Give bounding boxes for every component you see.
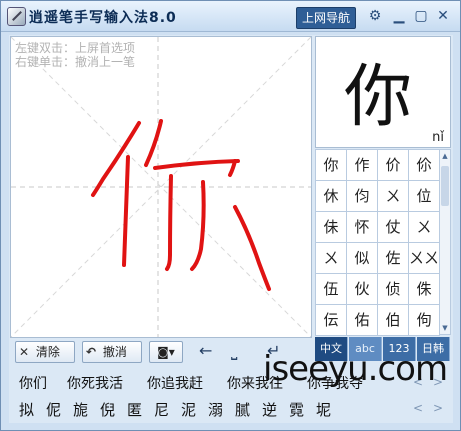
stroke-7 [190,180,206,271]
candidate-cell[interactable]: 佅 [315,211,347,243]
undo-icon: ↶ [85,345,97,359]
scroll-thumb[interactable] [441,166,449,206]
gear-icon[interactable]: ⚙ [366,7,384,25]
candidate-cell[interactable]: 伯 [377,304,409,336]
char-item[interactable]: 霓 [289,399,304,420]
candidate-cell[interactable]: 侦 [377,273,409,305]
scroll-up-icon[interactable]: ▲ [440,152,450,160]
candidate-cell[interactable]: 佝 [408,304,440,336]
window-title: 逍遥笔手写输入法8.0 [29,10,177,26]
watermark: iseeyu.com [263,349,448,389]
char-item[interactable]: 旎 [73,399,88,420]
preview-char: 你 [344,58,413,137]
char-item[interactable]: 逆 [262,399,277,420]
minimize-icon[interactable]: ▁ [390,7,408,25]
candidate-cell[interactable]: 侏 [408,273,440,305]
candidate-cell[interactable]: 作 [346,149,378,181]
candidate-cell[interactable]: 伙 [346,273,378,305]
stroke-6 [165,174,173,271]
char-item[interactable]: 溺 [208,399,223,420]
clear-button[interactable]: ✕ 清除 [15,341,75,363]
preview-pinyin: nǐ [432,130,444,145]
backspace-icon[interactable]: ← [199,341,212,360]
candidate-scrollbar[interactable]: ▲ ▼ [439,149,451,335]
char-item[interactable]: 腻 [235,399,250,420]
candidate-cell[interactable]: 价 [377,149,409,181]
pen-icon [7,7,26,26]
candidate-cell[interactable]: ㄨ [315,242,347,274]
char-item[interactable]: 倪 [100,399,115,420]
web-navigation-button[interactable]: 上网导航 [296,7,356,29]
char-item[interactable]: 尼 [154,399,169,420]
guide-and-strokes [11,37,311,337]
candidate-cell[interactable]: ㄨ [408,211,440,243]
candidate-cell[interactable]: ㄨ [377,180,409,212]
candidate-cell[interactable]: ㄨㄨ [408,242,440,274]
space-icon[interactable]: ⎵ [231,341,237,361]
clear-label: 清除 [35,345,60,359]
candidate-cell[interactable]: 休 [315,180,347,212]
char-item[interactable]: 坭 [316,399,331,420]
handwriting-window: 逍遥笔手写输入法8.0 上网导航 ⚙ ▁ ▢ ✕ 左键双击：上屏首选项 右键单击… [0,0,461,431]
char-next-icon[interactable]: > [433,401,443,415]
stroke-3 [144,119,163,167]
camera-icon: ◙▾ [157,345,175,359]
candidate-cell[interactable]: 位 [408,180,440,212]
stroke-1 [91,121,141,197]
candidate-cell[interactable]: 伍 [315,273,347,305]
stroke-4 [153,159,240,170]
handwriting-canvas[interactable]: 左键双击：上屏首选项 右键单击：撤消上一笔 [10,36,312,338]
scroll-down-icon[interactable]: ▼ [440,324,450,332]
char-prev-icon[interactable]: < [413,401,423,415]
candidate-cell[interactable]: 怀 [346,211,378,243]
char-suggestions: < > 拟伲旎倪匿尼泥溺腻逆霓坭 [9,395,453,421]
candidate-grid: 你作价伱休伨ㄨ位佅怀仗ㄨㄨ似佐ㄨㄨ伍伙侦侏伝佑伯佝 [315,149,440,336]
recognized-preview: 你 nǐ [315,36,451,148]
char-item[interactable]: 匿 [127,399,142,420]
candidate-cell[interactable]: 佐 [377,242,409,274]
candidate-cell[interactable]: 伨 [346,180,378,212]
x-icon: ✕ [18,345,30,359]
candidate-cell[interactable]: 似 [346,242,378,274]
char-item[interactable]: 伲 [46,399,61,420]
phrase-item[interactable]: 你们 [19,373,47,393]
undo-label: 撤消 [102,345,127,359]
candidate-cell[interactable]: 伱 [408,149,440,181]
candidate-cell[interactable]: 你 [315,149,347,181]
candidate-cell[interactable]: 伝 [315,304,347,336]
title-bar[interactable]: 逍遥笔手写输入法8.0 上网导航 ⚙ ▁ ▢ ✕ [1,1,460,32]
camera-button[interactable]: ◙▾ [149,341,183,363]
stroke-8 [233,205,271,291]
char-item[interactable]: 泥 [181,399,196,420]
maximize-icon[interactable]: ▢ [412,7,430,25]
close-icon[interactable]: ✕ [434,7,452,25]
candidate-cell[interactable]: 仗 [377,211,409,243]
phrase-item[interactable]: 你追我赶 [147,373,203,393]
char-item[interactable]: 拟 [19,399,34,420]
undo-button[interactable]: ↶ 撤消 [82,341,142,363]
candidate-cell[interactable]: 佑 [346,304,378,336]
stroke-2 [122,155,130,267]
phrase-item[interactable]: 你死我活 [67,373,123,393]
